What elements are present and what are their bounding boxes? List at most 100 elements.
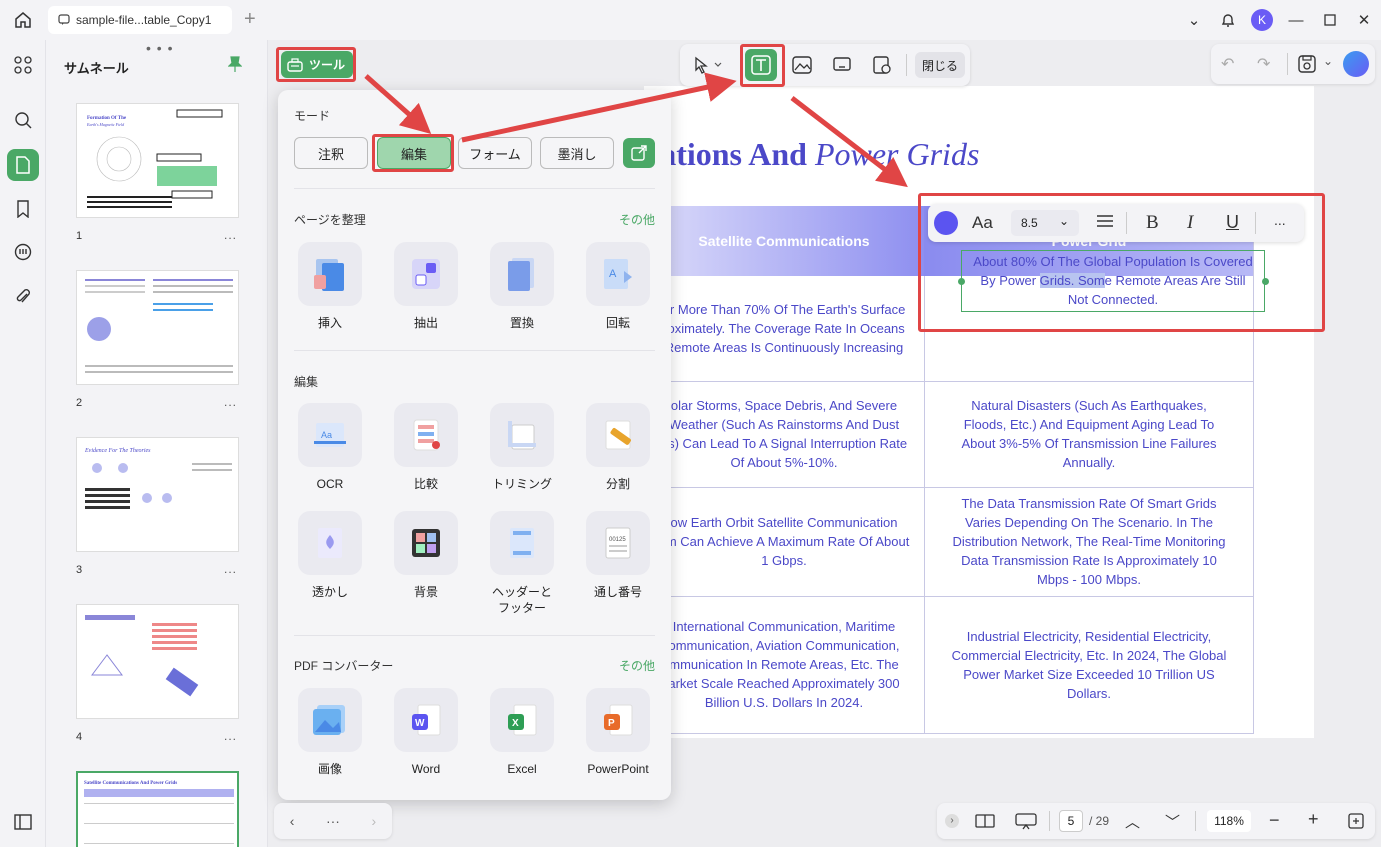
home-icon[interactable] bbox=[0, 0, 46, 40]
extract-page-icon[interactable] bbox=[394, 242, 458, 306]
reading-mode-icon[interactable] bbox=[975, 813, 995, 834]
thumbnail-page-number: 3 bbox=[76, 564, 83, 576]
svg-text:Evidence For The Theories: Evidence For The Theories bbox=[84, 448, 151, 454]
crop-icon[interactable] bbox=[490, 403, 554, 467]
table-cell: ow Earth Orbit Satellite Communication e… bbox=[659, 515, 910, 568]
pin-icon[interactable] bbox=[227, 56, 243, 77]
redo-icon[interactable]: ↷ bbox=[1257, 54, 1270, 74]
page-thumbnail-current[interactable]: Satellite Communications And Power Grids bbox=[76, 771, 239, 847]
highlight-tools-button bbox=[276, 47, 356, 82]
ai-assistant-icon[interactable] bbox=[1343, 51, 1369, 77]
tab-title: sample-file...table_Copy1 bbox=[76, 13, 212, 27]
page-nav-left: ‹ ··· › bbox=[274, 803, 392, 839]
ocr-icon[interactable]: Aa bbox=[298, 403, 362, 467]
fit-page-icon[interactable] bbox=[1348, 813, 1364, 834]
highlight-text-edit-area bbox=[918, 193, 1325, 332]
mode-annotate-button[interactable]: 注釈 bbox=[294, 137, 368, 169]
chevron-right-icon[interactable]: › bbox=[372, 813, 377, 829]
title-bar: sample-file...table_Copy1 + ⌄ K — ✕ bbox=[0, 0, 1381, 40]
maximize-icon[interactable] bbox=[1313, 0, 1347, 40]
chevron-down-icon[interactable]: ⌄ bbox=[1177, 0, 1211, 40]
thumbnail-icon[interactable] bbox=[7, 149, 39, 181]
presentation-icon[interactable] bbox=[1015, 812, 1037, 835]
organize-more-link[interactable]: その他 bbox=[619, 211, 655, 228]
svg-text:A: A bbox=[609, 268, 617, 280]
svg-text:00125: 00125 bbox=[609, 537, 626, 543]
bookmark-icon[interactable] bbox=[7, 193, 39, 225]
tools-popup: モード 注釈 編集 フォーム 墨消し ページを整理 その他 A 挿入 抽出 置換… bbox=[278, 90, 671, 800]
crop-label: トリミング bbox=[491, 477, 552, 491]
svg-text:Satellite Communications And P: Satellite Communications And Power Grids bbox=[84, 781, 177, 786]
page-thumbnail[interactable] bbox=[76, 604, 239, 719]
zoom-out-icon[interactable]: − bbox=[1269, 810, 1280, 831]
image-label: 画像 bbox=[317, 762, 342, 776]
chevron-down-icon[interactable]: ⌄ bbox=[1323, 54, 1333, 68]
image-convert-icon[interactable] bbox=[298, 688, 362, 752]
thumbnail-more-icon[interactable]: ... bbox=[224, 729, 237, 743]
bates-number-icon[interactable]: 00125 bbox=[586, 511, 650, 575]
organize-section-title: ページを整理 bbox=[294, 213, 366, 227]
avatar: K bbox=[1251, 9, 1273, 31]
thumbnail-more-icon[interactable]: ... bbox=[224, 562, 237, 576]
link-tool-icon[interactable] bbox=[826, 49, 858, 81]
mode-form-button[interactable]: フォーム bbox=[458, 137, 532, 169]
close-edit-button[interactable]: 閉じる bbox=[915, 52, 965, 78]
document-tab[interactable]: sample-file...table_Copy1 bbox=[48, 6, 232, 34]
thumbnail-page-number: 1 bbox=[76, 230, 83, 242]
header-footer-label: ヘッダーと フッター bbox=[491, 585, 552, 615]
grid-icon[interactable] bbox=[7, 49, 39, 81]
background-icon[interactable] bbox=[394, 511, 458, 575]
minimize-icon[interactable]: — bbox=[1279, 0, 1313, 40]
thumbnail-more-icon[interactable]: ... bbox=[224, 395, 237, 409]
undo-icon[interactable]: ↶ bbox=[1221, 54, 1234, 74]
select-tool-icon[interactable] bbox=[686, 49, 730, 81]
converter-more-link[interactable]: その他 bbox=[619, 657, 655, 674]
rotate-label: 回転 bbox=[605, 316, 630, 330]
highlight-edit-mode bbox=[372, 134, 454, 172]
zoom-in-icon[interactable]: + bbox=[1308, 809, 1319, 830]
chevron-down-icon[interactable]: ﹀ bbox=[1165, 811, 1180, 832]
watermark-tool-icon[interactable] bbox=[866, 49, 898, 81]
more-pages-icon[interactable]: ··· bbox=[326, 813, 340, 829]
page-thumbnail[interactable]: Evidence For The Theories bbox=[76, 437, 239, 552]
insert-page-icon[interactable] bbox=[298, 242, 362, 306]
search-icon[interactable] bbox=[7, 104, 39, 136]
thumbnail-more-icon[interactable]: ... bbox=[224, 228, 237, 242]
compare-label: 比較 bbox=[413, 477, 438, 491]
word-convert-icon[interactable]: W bbox=[394, 688, 458, 752]
excel-label: Excel bbox=[507, 762, 537, 776]
pdf-page: cations And Power Grids Satellite Commun… bbox=[644, 86, 1314, 738]
sidebar-toggle-icon[interactable] bbox=[7, 806, 39, 838]
close-window-icon[interactable]: ✕ bbox=[1347, 0, 1381, 40]
new-tab-icon[interactable]: + bbox=[244, 9, 256, 29]
save-icon[interactable] bbox=[1297, 54, 1317, 79]
insert-label: 挿入 bbox=[317, 316, 342, 330]
split-icon[interactable] bbox=[586, 403, 650, 467]
left-rail bbox=[0, 40, 46, 847]
powerpoint-convert-icon[interactable]: P bbox=[586, 688, 650, 752]
compare-icon[interactable] bbox=[394, 403, 458, 467]
image-tool-icon[interactable] bbox=[786, 49, 818, 81]
excel-convert-icon[interactable]: X bbox=[490, 688, 554, 752]
page-thumbnail[interactable]: Formation Of The Earth's Magnetic Field bbox=[76, 103, 239, 218]
edit-toolbar: 閉じる bbox=[680, 44, 970, 86]
external-link-icon[interactable] bbox=[623, 138, 655, 168]
user-avatar[interactable]: K bbox=[1245, 0, 1279, 40]
page-number-input[interactable]: 5 bbox=[1059, 810, 1083, 832]
rotate-page-icon[interactable]: A bbox=[586, 242, 650, 306]
table-cell: Natural Disasters (Such As Earthquakes, … bbox=[961, 398, 1217, 470]
mode-redact-button[interactable]: 墨消し bbox=[540, 137, 614, 169]
header-footer-icon[interactable] bbox=[490, 511, 554, 575]
chevron-left-icon[interactable]: ‹ bbox=[290, 813, 295, 829]
page-thumbnail[interactable] bbox=[76, 270, 239, 385]
expand-icon[interactable]: › bbox=[945, 814, 959, 828]
watermark-icon[interactable] bbox=[298, 511, 362, 575]
chevron-up-icon[interactable]: ︿ bbox=[1125, 811, 1140, 832]
attachment-icon[interactable] bbox=[7, 281, 39, 313]
bates-number-label: 通し番号 bbox=[593, 585, 642, 599]
zoom-level[interactable]: 118% bbox=[1207, 810, 1251, 832]
comment-list-icon[interactable] bbox=[7, 236, 39, 268]
drag-handle-icon[interactable]: • • • bbox=[146, 40, 173, 56]
bell-icon[interactable] bbox=[1211, 0, 1245, 40]
replace-page-icon[interactable] bbox=[490, 242, 554, 306]
